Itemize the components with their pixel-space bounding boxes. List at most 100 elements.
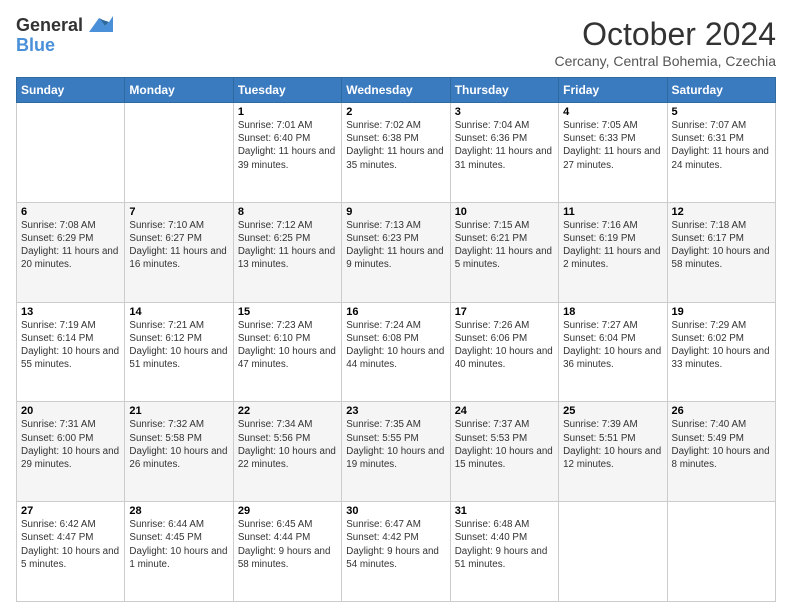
calendar-cell [17, 103, 125, 203]
col-saturday: Saturday [667, 78, 775, 103]
day-number: 15 [238, 306, 337, 318]
logo-bird-icon [85, 14, 113, 36]
day-info: Sunrise: 7:19 AM Sunset: 6:14 PM Dayligh… [21, 319, 120, 372]
logo: General Blue [16, 16, 113, 56]
calendar-cell: 22Sunrise: 7:34 AM Sunset: 5:56 PM Dayli… [233, 402, 341, 502]
day-info: Sunrise: 7:21 AM Sunset: 6:12 PM Dayligh… [129, 319, 228, 372]
day-info: Sunrise: 7:27 AM Sunset: 6:04 PM Dayligh… [563, 319, 662, 372]
day-number: 1 [238, 106, 337, 118]
calendar-cell: 3Sunrise: 7:04 AM Sunset: 6:36 PM Daylig… [450, 103, 558, 203]
calendar-cell: 18Sunrise: 7:27 AM Sunset: 6:04 PM Dayli… [559, 302, 667, 402]
day-info: Sunrise: 6:44 AM Sunset: 4:45 PM Dayligh… [129, 518, 228, 571]
day-number: 21 [129, 405, 228, 417]
day-info: Sunrise: 7:40 AM Sunset: 5:49 PM Dayligh… [672, 418, 771, 471]
day-number: 28 [129, 505, 228, 517]
calendar-cell: 17Sunrise: 7:26 AM Sunset: 6:06 PM Dayli… [450, 302, 558, 402]
day-number: 6 [21, 206, 120, 218]
calendar-cell [125, 103, 233, 203]
day-info: Sunrise: 6:47 AM Sunset: 4:42 PM Dayligh… [346, 518, 445, 571]
day-number: 26 [672, 405, 771, 417]
calendar-week-row: 1Sunrise: 7:01 AM Sunset: 6:40 PM Daylig… [17, 103, 776, 203]
day-number: 9 [346, 206, 445, 218]
calendar-cell: 30Sunrise: 6:47 AM Sunset: 4:42 PM Dayli… [342, 502, 450, 602]
day-number: 22 [238, 405, 337, 417]
title-block: October 2024 Cercany, Central Bohemia, C… [554, 16, 776, 69]
calendar-cell: 27Sunrise: 6:42 AM Sunset: 4:47 PM Dayli… [17, 502, 125, 602]
day-info: Sunrise: 7:04 AM Sunset: 6:36 PM Dayligh… [455, 119, 554, 172]
calendar-cell: 4Sunrise: 7:05 AM Sunset: 6:33 PM Daylig… [559, 103, 667, 203]
calendar-cell [667, 502, 775, 602]
day-number: 27 [21, 505, 120, 517]
day-info: Sunrise: 7:23 AM Sunset: 6:10 PM Dayligh… [238, 319, 337, 372]
day-number: 8 [238, 206, 337, 218]
calendar-cell: 12Sunrise: 7:18 AM Sunset: 6:17 PM Dayli… [667, 202, 775, 302]
day-info: Sunrise: 6:45 AM Sunset: 4:44 PM Dayligh… [238, 518, 337, 571]
calendar-cell: 14Sunrise: 7:21 AM Sunset: 6:12 PM Dayli… [125, 302, 233, 402]
calendar-cell: 20Sunrise: 7:31 AM Sunset: 6:00 PM Dayli… [17, 402, 125, 502]
col-friday: Friday [559, 78, 667, 103]
day-info: Sunrise: 7:08 AM Sunset: 6:29 PM Dayligh… [21, 219, 120, 272]
day-number: 24 [455, 405, 554, 417]
calendar-header-row: Sunday Monday Tuesday Wednesday Thursday… [17, 78, 776, 103]
calendar-cell [559, 502, 667, 602]
day-number: 25 [563, 405, 662, 417]
day-info: Sunrise: 6:42 AM Sunset: 4:47 PM Dayligh… [21, 518, 120, 571]
day-info: Sunrise: 7:32 AM Sunset: 5:58 PM Dayligh… [129, 418, 228, 471]
day-number: 11 [563, 206, 662, 218]
day-number: 13 [21, 306, 120, 318]
calendar-cell: 15Sunrise: 7:23 AM Sunset: 6:10 PM Dayli… [233, 302, 341, 402]
day-number: 29 [238, 505, 337, 517]
calendar-cell: 24Sunrise: 7:37 AM Sunset: 5:53 PM Dayli… [450, 402, 558, 502]
calendar-cell: 25Sunrise: 7:39 AM Sunset: 5:51 PM Dayli… [559, 402, 667, 502]
day-info: Sunrise: 7:16 AM Sunset: 6:19 PM Dayligh… [563, 219, 662, 272]
day-info: Sunrise: 7:39 AM Sunset: 5:51 PM Dayligh… [563, 418, 662, 471]
col-wednesday: Wednesday [342, 78, 450, 103]
day-info: Sunrise: 7:01 AM Sunset: 6:40 PM Dayligh… [238, 119, 337, 172]
calendar-cell: 26Sunrise: 7:40 AM Sunset: 5:49 PM Dayli… [667, 402, 775, 502]
day-number: 14 [129, 306, 228, 318]
calendar-cell: 10Sunrise: 7:15 AM Sunset: 6:21 PM Dayli… [450, 202, 558, 302]
calendar-cell: 6Sunrise: 7:08 AM Sunset: 6:29 PM Daylig… [17, 202, 125, 302]
calendar-week-row: 13Sunrise: 7:19 AM Sunset: 6:14 PM Dayli… [17, 302, 776, 402]
calendar-cell: 1Sunrise: 7:01 AM Sunset: 6:40 PM Daylig… [233, 103, 341, 203]
day-number: 19 [672, 306, 771, 318]
calendar-cell: 8Sunrise: 7:12 AM Sunset: 6:25 PM Daylig… [233, 202, 341, 302]
calendar-week-row: 6Sunrise: 7:08 AM Sunset: 6:29 PM Daylig… [17, 202, 776, 302]
calendar-cell: 2Sunrise: 7:02 AM Sunset: 6:38 PM Daylig… [342, 103, 450, 203]
day-info: Sunrise: 7:26 AM Sunset: 6:06 PM Dayligh… [455, 319, 554, 372]
day-info: Sunrise: 7:34 AM Sunset: 5:56 PM Dayligh… [238, 418, 337, 471]
day-info: Sunrise: 7:37 AM Sunset: 5:53 PM Dayligh… [455, 418, 554, 471]
day-number: 16 [346, 306, 445, 318]
day-info: Sunrise: 7:35 AM Sunset: 5:55 PM Dayligh… [346, 418, 445, 471]
day-number: 18 [563, 306, 662, 318]
day-number: 5 [672, 106, 771, 118]
day-info: Sunrise: 7:18 AM Sunset: 6:17 PM Dayligh… [672, 219, 771, 272]
col-sunday: Sunday [17, 78, 125, 103]
calendar-cell: 13Sunrise: 7:19 AM Sunset: 6:14 PM Dayli… [17, 302, 125, 402]
day-info: Sunrise: 7:31 AM Sunset: 6:00 PM Dayligh… [21, 418, 120, 471]
day-info: Sunrise: 7:12 AM Sunset: 6:25 PM Dayligh… [238, 219, 337, 272]
calendar-cell: 5Sunrise: 7:07 AM Sunset: 6:31 PM Daylig… [667, 103, 775, 203]
calendar-cell: 31Sunrise: 6:48 AM Sunset: 4:40 PM Dayli… [450, 502, 558, 602]
calendar-cell: 9Sunrise: 7:13 AM Sunset: 6:23 PM Daylig… [342, 202, 450, 302]
day-number: 30 [346, 505, 445, 517]
calendar-cell: 28Sunrise: 6:44 AM Sunset: 4:45 PM Dayli… [125, 502, 233, 602]
day-number: 31 [455, 505, 554, 517]
calendar-cell: 11Sunrise: 7:16 AM Sunset: 6:19 PM Dayli… [559, 202, 667, 302]
logo-text-general: General [16, 16, 83, 36]
day-info: Sunrise: 7:02 AM Sunset: 6:38 PM Dayligh… [346, 119, 445, 172]
calendar-week-row: 20Sunrise: 7:31 AM Sunset: 6:00 PM Dayli… [17, 402, 776, 502]
calendar-cell: 7Sunrise: 7:10 AM Sunset: 6:27 PM Daylig… [125, 202, 233, 302]
day-info: Sunrise: 7:13 AM Sunset: 6:23 PM Dayligh… [346, 219, 445, 272]
calendar-cell: 23Sunrise: 7:35 AM Sunset: 5:55 PM Dayli… [342, 402, 450, 502]
location: Cercany, Central Bohemia, Czechia [554, 53, 776, 69]
day-number: 10 [455, 206, 554, 218]
day-info: Sunrise: 7:05 AM Sunset: 6:33 PM Dayligh… [563, 119, 662, 172]
calendar-cell: 16Sunrise: 7:24 AM Sunset: 6:08 PM Dayli… [342, 302, 450, 402]
day-number: 7 [129, 206, 228, 218]
day-info: Sunrise: 7:24 AM Sunset: 6:08 PM Dayligh… [346, 319, 445, 372]
page: General Blue October 2024 Cercany, Centr… [0, 0, 792, 612]
calendar-week-row: 27Sunrise: 6:42 AM Sunset: 4:47 PM Dayli… [17, 502, 776, 602]
day-number: 12 [672, 206, 771, 218]
day-info: Sunrise: 7:07 AM Sunset: 6:31 PM Dayligh… [672, 119, 771, 172]
